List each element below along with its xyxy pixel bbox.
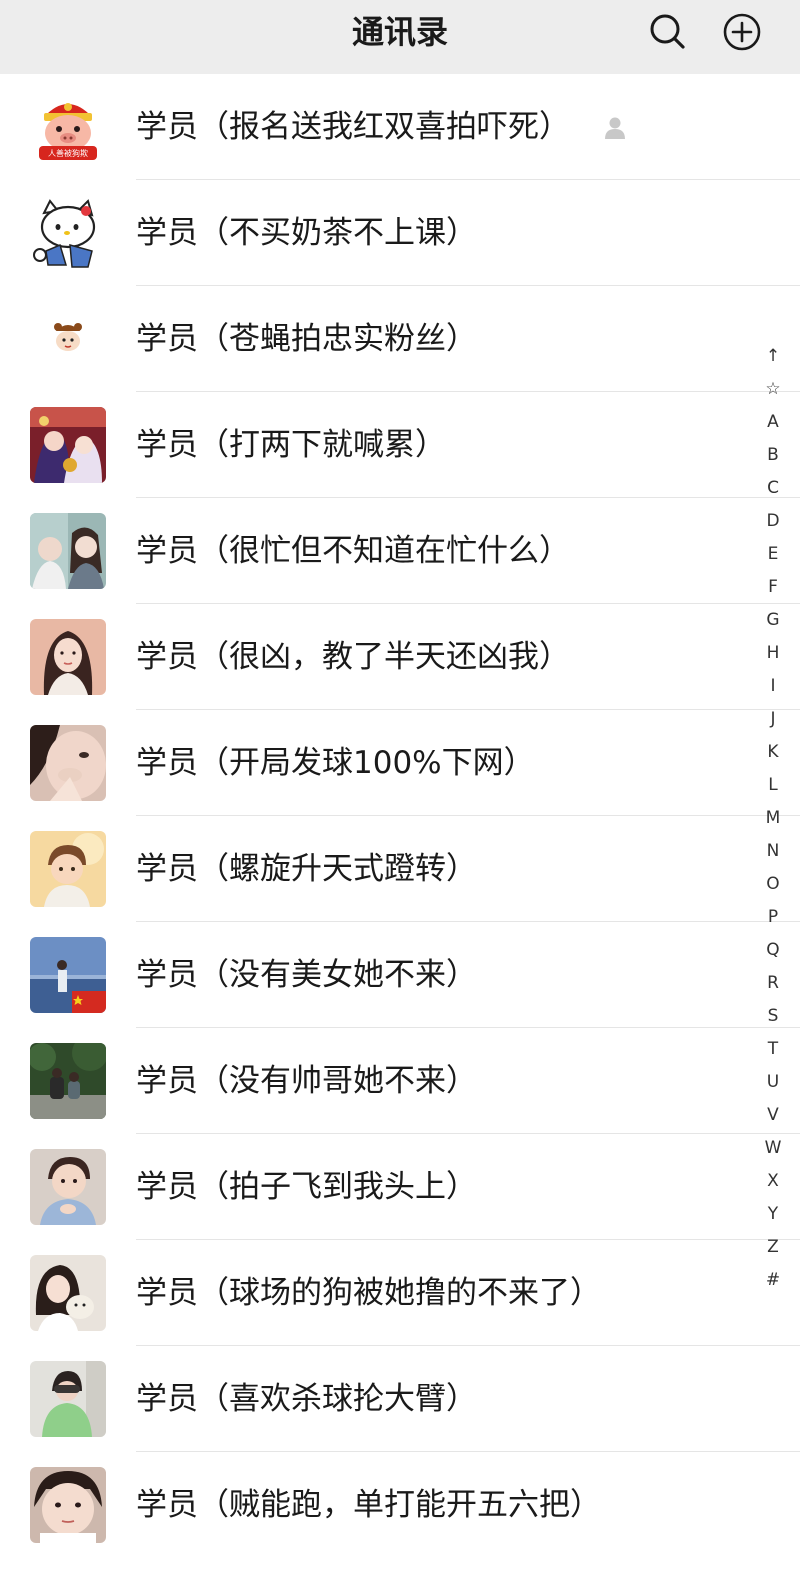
contact-row[interactable]: 学员（苍蝇拍忠实粉丝） [0, 286, 800, 392]
hello-kitty-avatar [30, 195, 106, 271]
contact-name: 学员（贼能跑，单打能开五六把） [136, 1487, 601, 1523]
search-button[interactable] [646, 10, 690, 54]
girl-portrait-avatar [30, 619, 106, 695]
anime-girls-avatar [30, 407, 106, 483]
contact-list: 人善被狗欺 学员（报名送我红双喜拍吓死） 学员（不买奶茶不上课） 学员（苍蝇拍忠… [0, 74, 800, 1558]
contact-row[interactable]: 学员（没有帅哥她不来） [0, 1028, 800, 1134]
contact-name: 学员（拍子飞到我头上） [136, 1169, 477, 1205]
contact-row[interactable]: 学员（打两下就喊累） [0, 392, 800, 498]
index-letter[interactable]: A [758, 406, 788, 439]
index-letter[interactable]: X [758, 1165, 788, 1198]
contact-name: 学员（没有帅哥她不来） [136, 1063, 477, 1099]
green-shirt-avatar [30, 1361, 106, 1437]
contact-row[interactable]: 学员（开局发球100%下网） [0, 710, 800, 816]
girl-with-pet-avatar [30, 1255, 106, 1331]
index-letter[interactable]: P [758, 901, 788, 934]
contact-name: 学员（没有美女她不来） [136, 957, 477, 993]
contact-row[interactable]: 学员（没有美女她不来） [0, 922, 800, 1028]
index-letter[interactable]: C [758, 472, 788, 505]
contact-row[interactable]: 学员（很凶，教了半天还凶我） [0, 604, 800, 710]
index-letter[interactable]: J [758, 703, 788, 736]
index-letter[interactable]: N [758, 835, 788, 868]
index-letter[interactable]: S [758, 1000, 788, 1033]
contact-name: 学员（开局发球100%下网） [136, 745, 535, 781]
svg-text:人善被狗欺: 人善被狗欺 [48, 148, 88, 158]
index-letter[interactable]: W [758, 1132, 788, 1165]
index-letter[interactable]: F [758, 571, 788, 604]
index-letter[interactable]: Y [758, 1198, 788, 1231]
contact-row[interactable]: 学员（球场的狗被她撸的不来了） [0, 1240, 800, 1346]
index-letter[interactable]: T [758, 1033, 788, 1066]
cartoon-pig-avatar: 人善被狗欺 [30, 89, 106, 165]
person-icon [605, 117, 625, 139]
contact-name: 学员（喜欢杀球抡大臂） [136, 1381, 477, 1417]
index-letter[interactable]: K [758, 736, 788, 769]
index-letter[interactable]: E [758, 538, 788, 571]
index-star[interactable]: ☆ [758, 373, 788, 406]
contact-row[interactable]: 学员（拍子飞到我头上） [0, 1134, 800, 1240]
index-letter[interactable]: M [758, 802, 788, 835]
contact-row[interactable]: 学员（螺旋升天式蹬转） [0, 816, 800, 922]
index-letter[interactable]: O [758, 868, 788, 901]
plus-circle-icon [723, 13, 761, 51]
contact-row[interactable]: 学员（贼能跑，单打能开五六把） [0, 1452, 800, 1558]
contact-name: 学员（报名送我红双喜拍吓死） [136, 109, 570, 145]
contact-row[interactable]: 学员（喜欢杀球抡大臂） [0, 1346, 800, 1452]
contact-row[interactable]: 学员（很忙但不知道在忙什么） [0, 498, 800, 604]
index-letter[interactable]: Q [758, 934, 788, 967]
small-cartoon-avatar [30, 301, 106, 377]
alphabet-index[interactable]: ↑ ☆ A B C D E F G H I J K L M N O P Q R … [758, 340, 788, 1297]
search-icon [650, 14, 685, 49]
two-girls-photo-avatar [30, 513, 106, 589]
contact-name: 学员（很凶，教了半天还凶我） [136, 639, 570, 675]
contact-name: 学员（螺旋升天式蹬转） [136, 851, 477, 887]
add-button[interactable] [720, 10, 764, 54]
contact-name: 学员（不买奶茶不上课） [136, 215, 477, 251]
index-letter[interactable]: I [758, 670, 788, 703]
index-top-arrow[interactable]: ↑ [758, 340, 788, 373]
contact-name: 学员（苍蝇拍忠实粉丝） [136, 321, 477, 357]
park-photo-avatar [30, 1043, 106, 1119]
contact-name: 学员（打两下就喊累） [136, 427, 446, 463]
top-bar: 通讯录 [0, 0, 800, 74]
index-letter[interactable]: G [758, 604, 788, 637]
contact-row[interactable]: 人善被狗欺 学员（报名送我红双喜拍吓死） [0, 74, 800, 180]
index-letter[interactable]: R [758, 967, 788, 1000]
contact-name: 学员（球场的狗被她撸的不来了） [136, 1275, 601, 1311]
child-face-avatar [30, 1467, 106, 1543]
index-letter[interactable]: B [758, 439, 788, 472]
contact-name: 学员（很忙但不知道在忙什么） [136, 533, 570, 569]
index-letter[interactable]: H [758, 637, 788, 670]
contact-row[interactable]: 学员（不买奶茶不上课） [0, 180, 800, 286]
index-hash[interactable]: # [758, 1264, 788, 1297]
index-letter[interactable]: L [758, 769, 788, 802]
cartoon-boy-avatar [30, 831, 106, 907]
index-letter[interactable]: V [758, 1099, 788, 1132]
baby-photo-avatar [30, 1149, 106, 1225]
closeup-face-avatar [30, 725, 106, 801]
index-letter[interactable]: D [758, 505, 788, 538]
index-letter[interactable]: Z [758, 1231, 788, 1264]
sea-flag-avatar [30, 937, 106, 1013]
index-letter[interactable]: U [758, 1066, 788, 1099]
